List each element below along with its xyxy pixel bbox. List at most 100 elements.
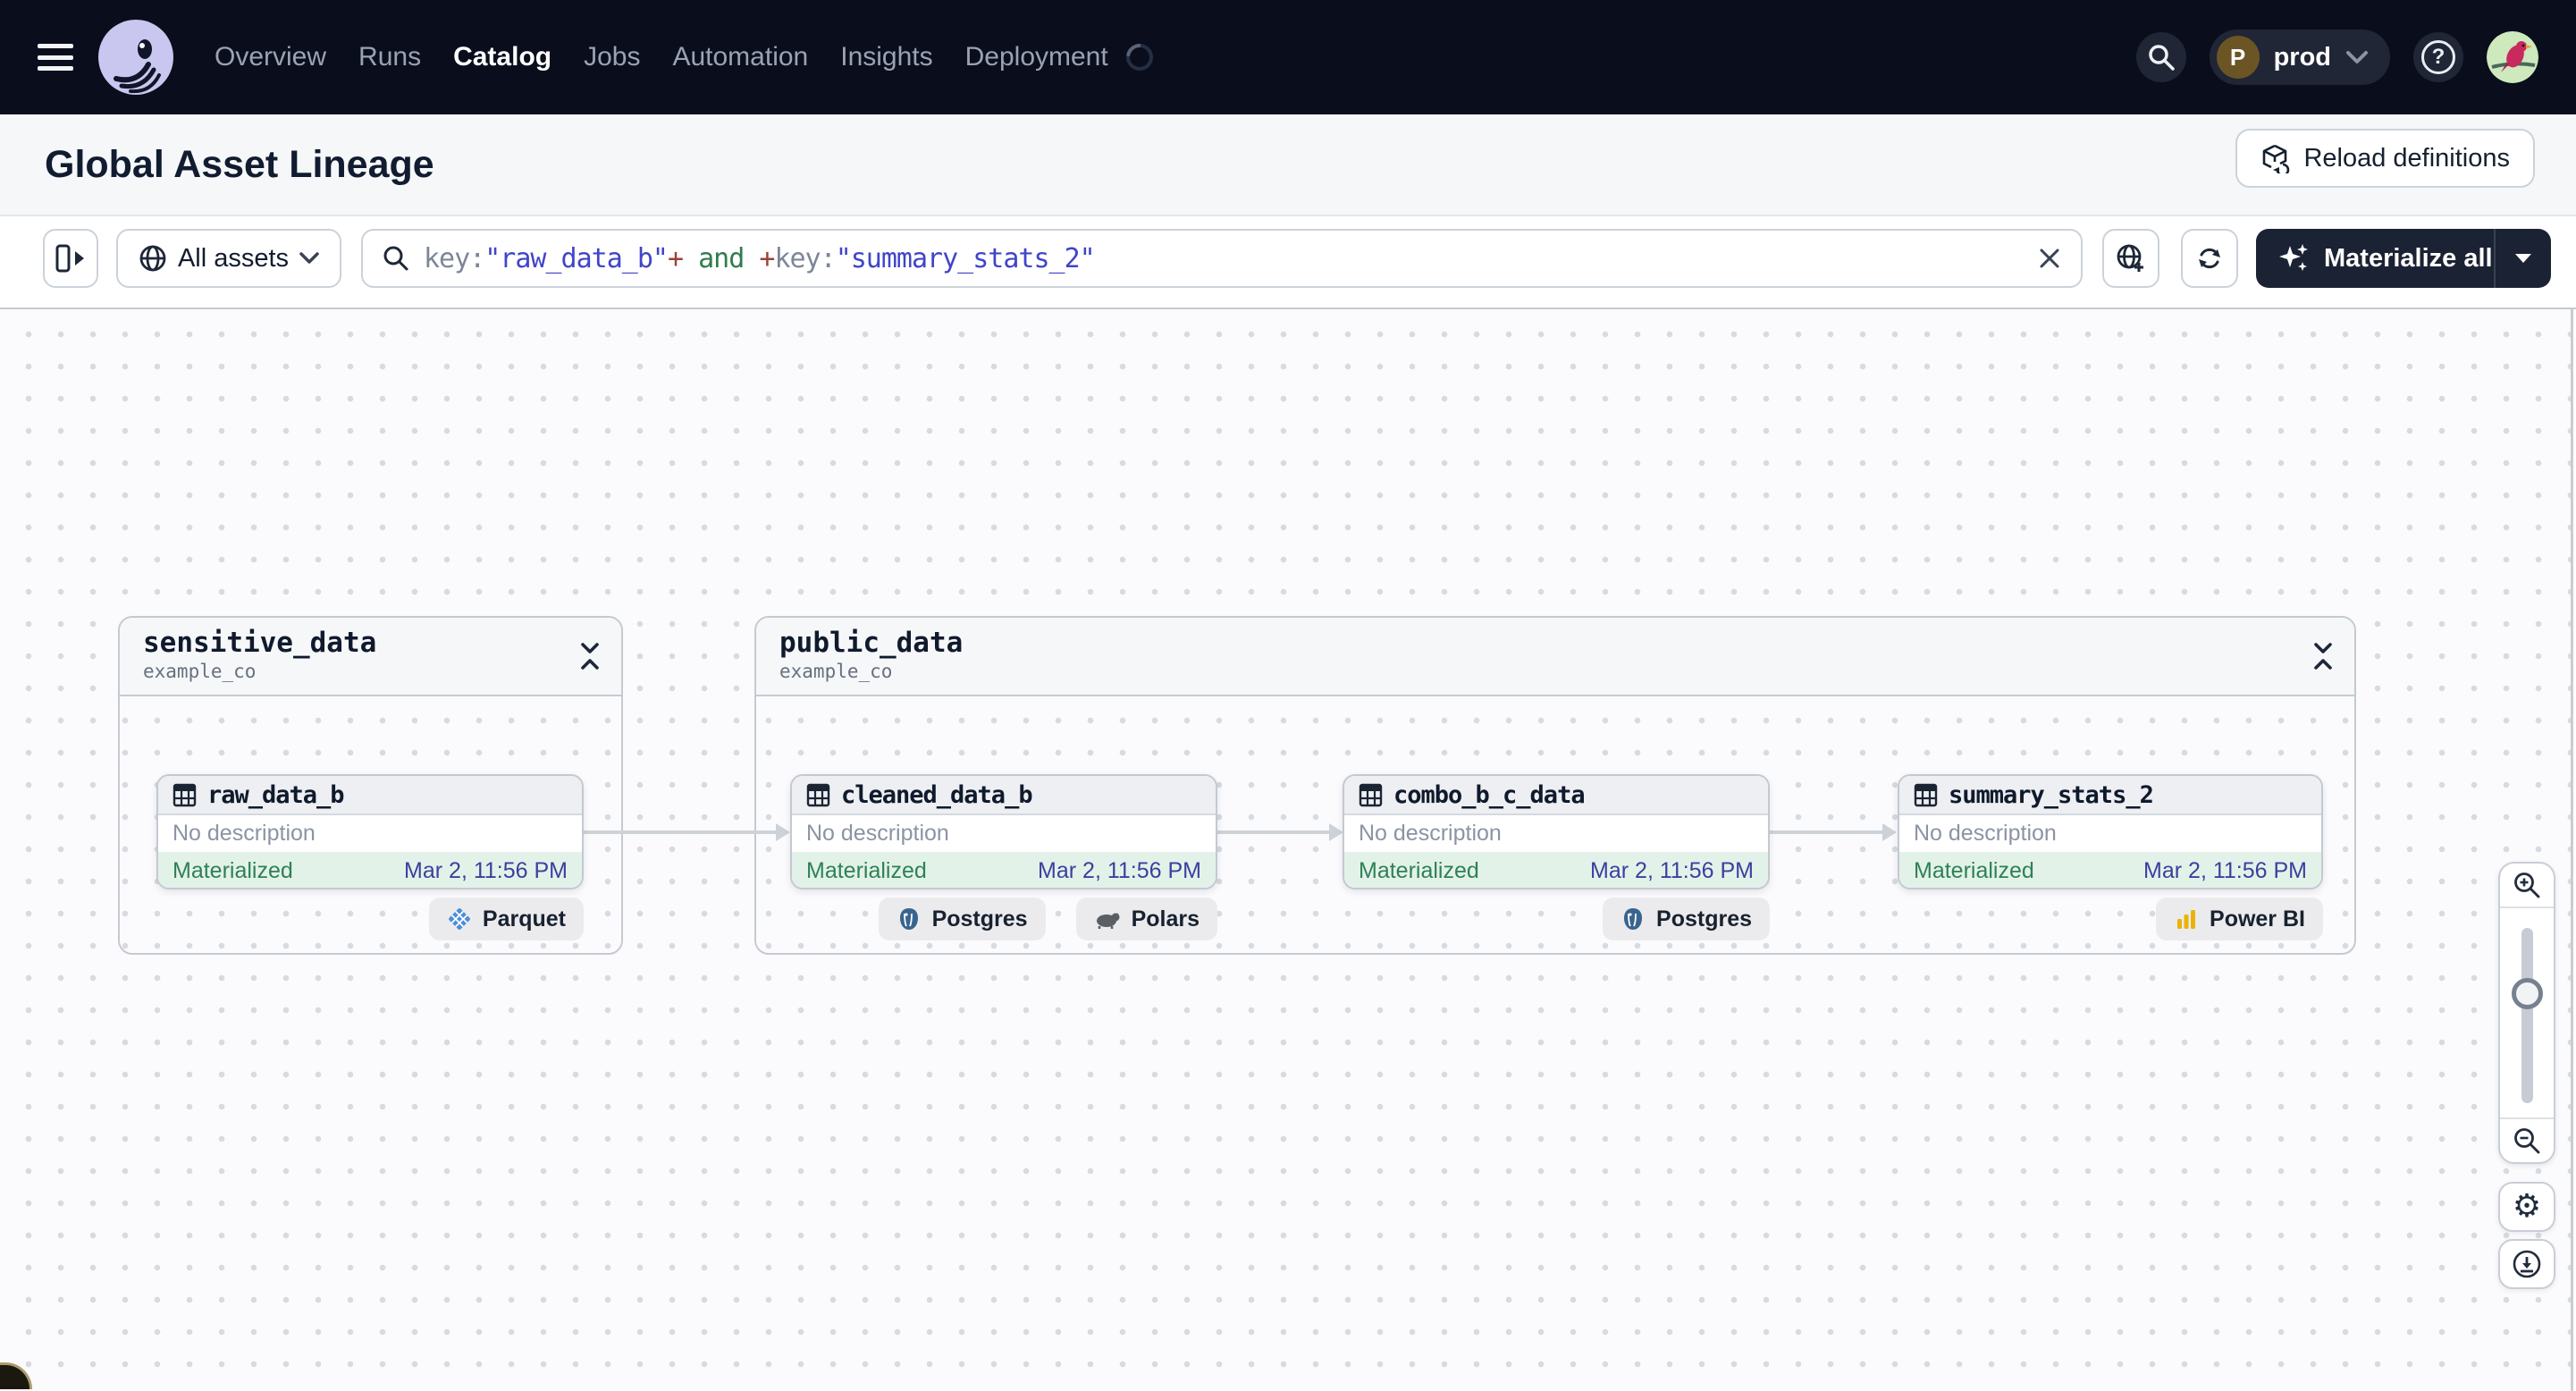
zoom-control-panel	[2498, 862, 2555, 1164]
query-segment: key:	[424, 242, 485, 274]
nav-catalog[interactable]: Catalog	[453, 42, 551, 72]
query-segment: key:	[774, 242, 836, 274]
query-text: key:"raw_data_b"+ and +key:"summary_stat…	[424, 242, 1096, 274]
search-button[interactable]	[2135, 32, 2186, 82]
gear-icon: ⚙	[2512, 1188, 2542, 1225]
download-image-button[interactable]	[2498, 1239, 2555, 1289]
asset-status-row: Materialized Mar 2, 11:56 PM	[1899, 852, 2321, 888]
bird-avatar-icon	[2487, 31, 2538, 83]
asset-node-cleaned-data-b[interactable]: cleaned_data_b No description Materializ…	[790, 774, 1217, 889]
expand-panel-button[interactable]	[43, 229, 98, 288]
search-icon	[383, 246, 408, 271]
kind-badge-postgres[interactable]: Postgres	[1603, 898, 1770, 940]
status-badge: Materialized	[1914, 857, 2034, 883]
query-segment: "raw_data_b"	[484, 242, 669, 274]
dagster-logo[interactable]	[98, 20, 173, 95]
asset-node-combo-b-c-data[interactable]: combo_b_c_data No description Materializ…	[1343, 774, 1770, 889]
asset-node-header: summary_stats_2	[1899, 776, 2321, 815]
materialization-timestamp[interactable]: Mar 2, 11:56 PM	[404, 858, 568, 884]
badge-row: Power BI	[1898, 898, 2323, 940]
nav-overview[interactable]: Overview	[215, 42, 326, 72]
asset-node-header: cleaned_data_b	[792, 776, 1216, 815]
nav-deployment[interactable]: Deployment	[965, 42, 1108, 72]
status-badge: Materialized	[1359, 857, 1479, 883]
zoom-out-button[interactable]	[2500, 1117, 2554, 1162]
kind-badge-power-bi[interactable]: Power BI	[2156, 898, 2323, 940]
badge-label: Postgres	[1656, 906, 1752, 932]
asset-node-summary-stats-2[interactable]: summary_stats_2 No description Materiali…	[1898, 774, 2323, 889]
menu-icon[interactable]	[38, 44, 73, 71]
badge-label: Power BI	[2210, 906, 2305, 932]
panel-toggle-icon	[55, 244, 84, 273]
asset-scope-button[interactable]: All assets	[116, 229, 341, 288]
status-badge: Materialized	[173, 857, 293, 883]
group-header[interactable]: public_data example_co	[756, 618, 2354, 696]
lineage-query-input[interactable]: key:"raw_data_b"+ and +key:"summary_stat…	[361, 229, 2083, 288]
materialization-timestamp[interactable]: Mar 2, 11:56 PM	[2143, 858, 2307, 884]
asset-status-row: Materialized Mar 2, 11:56 PM	[792, 852, 1216, 888]
asset-node-raw-data-b[interactable]: raw_data_b No description Materialized M…	[156, 774, 584, 889]
kind-badge-postgres[interactable]: Postgres	[878, 898, 1046, 940]
asset-name: combo_b_c_data	[1393, 780, 1586, 809]
add-scope-button[interactable]	[2102, 229, 2159, 288]
nav-automation[interactable]: Automation	[672, 42, 808, 72]
asset-status-row: Materialized Mar 2, 11:56 PM	[158, 852, 582, 888]
search-icon	[2148, 45, 2175, 71]
table-icon	[173, 783, 197, 806]
clear-query-button[interactable]	[2038, 247, 2061, 270]
globe-icon	[139, 245, 166, 272]
parquet-icon	[449, 908, 470, 930]
group-repo: example_co	[143, 661, 257, 682]
edge-arrowhead	[776, 823, 790, 841]
postgres-icon	[1624, 908, 1643, 930]
kind-badge-parquet[interactable]: Parquet	[428, 898, 584, 940]
asset-description: No description	[1914, 821, 2057, 846]
zoom-out-icon	[2514, 1128, 2540, 1154]
zoom-in-button[interactable]	[2500, 864, 2554, 908]
zoom-slider-thumb[interactable]	[2512, 978, 2543, 1009]
chevron-down-icon	[2346, 51, 2368, 63]
close-icon	[2040, 249, 2059, 268]
materialize-options-button[interactable]	[2496, 252, 2551, 265]
materialization-timestamp[interactable]: Mar 2, 11:56 PM	[1590, 858, 1754, 884]
refresh-button[interactable]	[2181, 229, 2238, 288]
nav-jobs[interactable]: Jobs	[584, 42, 640, 72]
nav-insights[interactable]: Insights	[840, 42, 932, 72]
deployment-switcher[interactable]: P prod	[2209, 30, 2390, 85]
edge-raw-to-cleaned	[584, 830, 779, 834]
kind-badge-polars[interactable]: Polars	[1075, 898, 1217, 940]
zoom-slider-track[interactable]	[2521, 928, 2533, 1103]
collapse-group-icon[interactable]	[578, 641, 602, 671]
reload-definitions-button[interactable]: Reload definitions	[2235, 129, 2535, 188]
group-title: sensitive_data	[143, 627, 377, 659]
minimap-corner	[0, 1362, 32, 1389]
deployment-name: prod	[2273, 42, 2331, 72]
query-segment: +	[668, 242, 684, 274]
table-icon	[1914, 783, 1938, 806]
group-header[interactable]: sensitive_data example_co	[120, 618, 621, 696]
asset-node-header: raw_data_b	[158, 776, 582, 815]
help-button[interactable]: ?	[2413, 32, 2463, 82]
edge-combo-to-summary	[1770, 830, 1884, 834]
nav-runs[interactable]: Runs	[358, 42, 421, 72]
graph-settings-button[interactable]: ⚙	[2498, 1182, 2555, 1232]
asset-description: No description	[173, 821, 316, 846]
badge-row: Parquet	[156, 898, 584, 940]
status-badge: Materialized	[806, 857, 927, 883]
polars-icon	[1096, 913, 1120, 929]
page-title: Global Asset Lineage	[45, 142, 434, 186]
zoom-in-icon	[2514, 873, 2540, 898]
collapse-group-icon[interactable]	[2311, 641, 2335, 671]
caret-down-icon	[2515, 254, 2531, 263]
lineage-canvas[interactable]: sensitive_data example_co public_data ex…	[0, 308, 2576, 1391]
materialize-all-button[interactable]: Materialize all	[2256, 229, 2551, 288]
group-repo: example_co	[779, 661, 893, 682]
download-icon	[2513, 1250, 2541, 1278]
badge-label: Polars	[1131, 906, 1200, 932]
reload-definitions-label: Reload definitions	[2303, 143, 2510, 173]
materialization-timestamp[interactable]: Mar 2, 11:56 PM	[1038, 858, 1201, 884]
user-avatar[interactable]	[2487, 31, 2538, 83]
deployment-avatar: P	[2216, 36, 2260, 79]
edge-cleaned-to-combo	[1217, 830, 1332, 834]
query-segment: and	[683, 242, 760, 274]
